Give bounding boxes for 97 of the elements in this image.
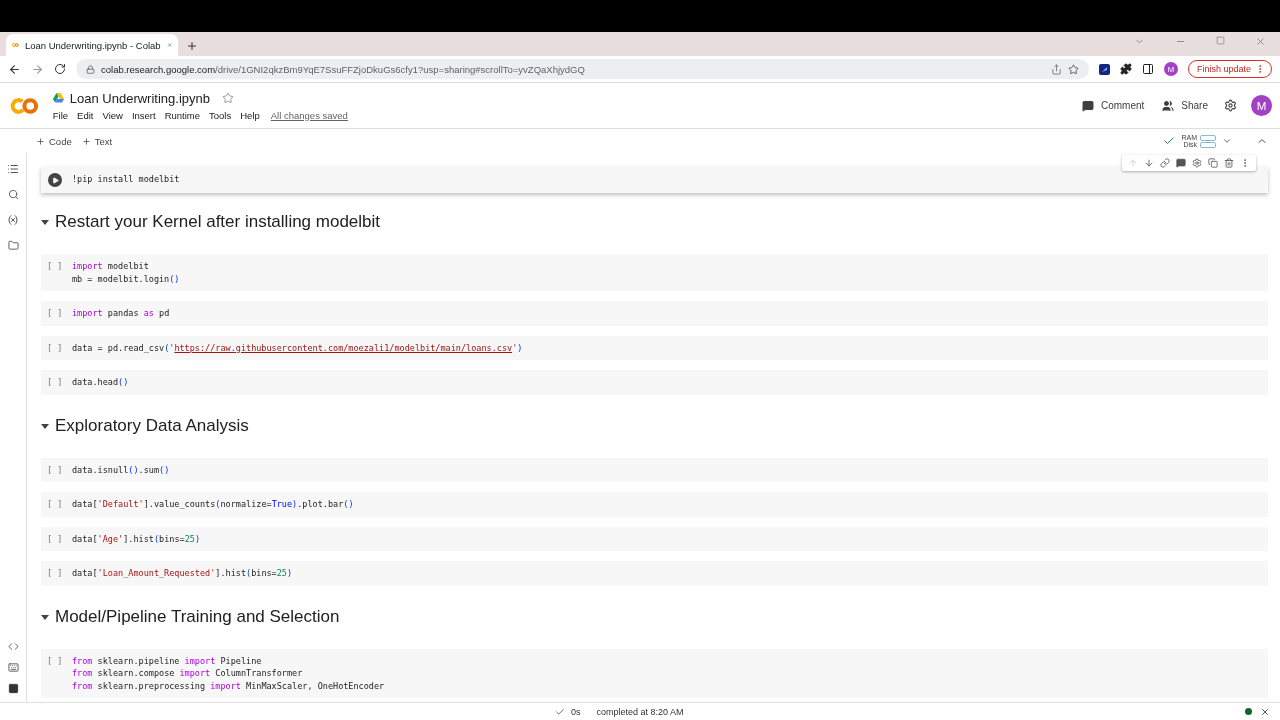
move-down-icon[interactable]	[1144, 158, 1154, 168]
code-cell[interactable]: [ ] data.head()	[41, 370, 1268, 395]
url-host: colab.research.google.com	[101, 63, 216, 75]
browser-tab[interactable]: Loan Underwriting.ipynb - Colab	[6, 34, 178, 56]
settings-icon[interactable]	[1224, 99, 1237, 112]
table-of-contents-icon[interactable]	[7, 163, 19, 175]
save-status-link[interactable]: All changes saved	[270, 109, 348, 121]
check-icon	[555, 706, 565, 717]
colab-logo-icon	[12, 41, 19, 49]
comment-icon[interactable]	[1176, 158, 1186, 168]
run-cell-button[interactable]	[48, 173, 62, 187]
section-heading: Restart your Kernel after installing modelbit	[55, 212, 381, 232]
comment-icon	[1081, 99, 1094, 112]
code-line: !pip install modelbit	[72, 173, 180, 186]
star-icon[interactable]	[222, 92, 234, 104]
code-cell[interactable]: [ ] data.isnull().sum()	[41, 457, 1268, 482]
cell-prompt: [ ]	[47, 260, 64, 273]
close-icon[interactable]	[1260, 706, 1270, 717]
back-icon[interactable]	[8, 62, 21, 76]
menu-item[interactable]: Runtime	[164, 109, 201, 121]
plus-icon	[81, 136, 91, 146]
menu-item[interactable]: Insert	[131, 109, 156, 121]
code-line: mb = modelbit.login()	[72, 272, 180, 285]
side-panel-icon[interactable]	[1141, 63, 1154, 75]
drive-icon	[52, 93, 64, 103]
notebook-title[interactable]: Loan Underwriting.ipynb	[69, 90, 210, 106]
play-icon	[51, 176, 59, 184]
forward-icon[interactable]	[31, 62, 44, 76]
menu-item[interactable]: Edit	[77, 109, 94, 121]
cell-prompt: [ ]	[47, 307, 64, 320]
command-palette-icon[interactable]	[7, 662, 19, 673]
code-cell[interactable]: !pip install modelbit	[41, 167, 1268, 193]
folder-icon[interactable]	[7, 240, 19, 251]
comment-button[interactable]: Comment	[1079, 97, 1147, 114]
code-cell[interactable]: [ ] data['Default'].value_counts(normalize=True).plot.bar()	[41, 492, 1268, 517]
menu-item[interactable]: Help	[240, 109, 260, 121]
tab-title: Loan Underwriting.ipynb - Colab	[24, 39, 161, 51]
collapse-caret-icon[interactable]	[41, 421, 49, 430]
code-line: import modelbit	[72, 260, 150, 273]
url-path: /drive/1GNI2qkzBm9YqE7SsuFFZjoDkuGs6cfy1?usp=sharing#scrollTo=yvZQaXhjydGQ	[215, 63, 585, 75]
add-text-button[interactable]: Text	[81, 135, 113, 147]
cell-prompt: [ ]	[47, 341, 64, 354]
share-icon[interactable]	[1050, 63, 1062, 75]
update-button[interactable]: Finish update	[1187, 60, 1272, 78]
code-line: import pandas as pd	[72, 307, 170, 320]
cell-prompt: [ ]	[47, 463, 64, 476]
run-duration: 0s	[571, 706, 581, 717]
cell-prompt: [ ]	[47, 532, 64, 545]
reload-icon[interactable]	[54, 63, 66, 75]
cell-prompt: [ ]	[47, 654, 64, 667]
code-cell[interactable]: [ ] import pandas as pd	[41, 301, 1268, 326]
puzzle-icon[interactable]	[1119, 63, 1132, 75]
code-line: from sklearn.pipeline import Pipeline	[72, 654, 263, 667]
plus-icon	[36, 136, 45, 146]
code-line: data.head()	[72, 376, 129, 389]
code-line: data['Default'].value_counts(normalize=True).plot.bar()	[72, 498, 354, 511]
bookmark-star-icon[interactable]	[1067, 63, 1079, 75]
colab-logo-icon	[10, 96, 39, 115]
dropdown-icon[interactable]	[1222, 136, 1232, 146]
section-heading: Exploratory Data Analysis	[55, 415, 249, 436]
code-cell[interactable]: [ ] import modelbit mb = modelbit.login()	[41, 254, 1268, 291]
cell-prompt: [ ]	[47, 376, 64, 389]
code-line: data = pd.read_csv('https://raw.githubusercontent.com/moezali1/modelbit/main/loans.csv')	[72, 341, 523, 354]
cell-prompt: [ ]	[47, 567, 64, 580]
add-code-button[interactable]: Code	[36, 135, 72, 147]
settings-icon[interactable]	[1192, 158, 1202, 168]
share-button[interactable]: Share	[1160, 97, 1210, 114]
code-cell[interactable]: [ ] data = pd.read_csv('https://raw.githubusercontent.com/moezali1/modelbit/main/loans.csv')	[41, 335, 1268, 360]
code-cell[interactable]: [ ] data['Age'].hist(bins=25)	[41, 526, 1268, 551]
address-bar[interactable]: colab.research.google.com/drive/1GNI2qkzBm9YqE7SsuFFZjoDkuGs6cfy1?usp=sharing#scrollTo=yvZQaXhjydGQ	[76, 59, 1089, 79]
extension-icon[interactable]	[1098, 63, 1110, 75]
code-line: from sklearn.preprocessing import MinMaxScaler, OneHotEncoder	[72, 679, 385, 692]
new-tab-button[interactable]	[186, 40, 198, 52]
search-icon[interactable]	[7, 189, 19, 200]
collapse-caret-icon[interactable]	[41, 218, 49, 226]
copy-icon[interactable]	[1208, 158, 1218, 168]
user-avatar[interactable]: M	[1251, 95, 1272, 116]
code-snippets-icon[interactable]	[7, 641, 19, 652]
code-line: data.isnull().sum()	[72, 463, 170, 476]
menu-item[interactable]: View	[102, 109, 123, 121]
plus-icon	[186, 40, 198, 52]
cell-prompt: [ ]	[47, 498, 64, 511]
variables-icon[interactable]	[7, 214, 19, 226]
link-icon[interactable]	[1160, 158, 1170, 168]
section-heading: Model/Pipeline Training and Selection	[55, 606, 340, 627]
code-cell[interactable]: [ ] from sklearn.pipeline import Pipeline from sklearn.compose import ColumnTransformer from sklearn.preprocessing import MinMaxScaler, OneHotEncoder	[41, 648, 1268, 698]
menu-item[interactable]: Tools	[209, 109, 232, 121]
delete-icon[interactable]	[1224, 158, 1234, 168]
code-line: from sklearn.compose import ColumnTransformer	[72, 667, 304, 680]
collapse-caret-icon[interactable]	[41, 612, 49, 621]
code-line: data['Loan_Amount_Requested'].hist(bins=25)	[72, 567, 293, 580]
lock-icon	[86, 64, 95, 74]
code-line: data['Age'].hist(bins=25)	[72, 532, 200, 545]
people-icon	[1162, 99, 1175, 112]
menu-item[interactable]: File	[52, 109, 69, 121]
code-cell[interactable]: [ ] data['Loan_Amount_Requested'].hist(bins=25)	[41, 561, 1268, 586]
status-message: completed at 8:20 AM	[596, 706, 684, 717]
